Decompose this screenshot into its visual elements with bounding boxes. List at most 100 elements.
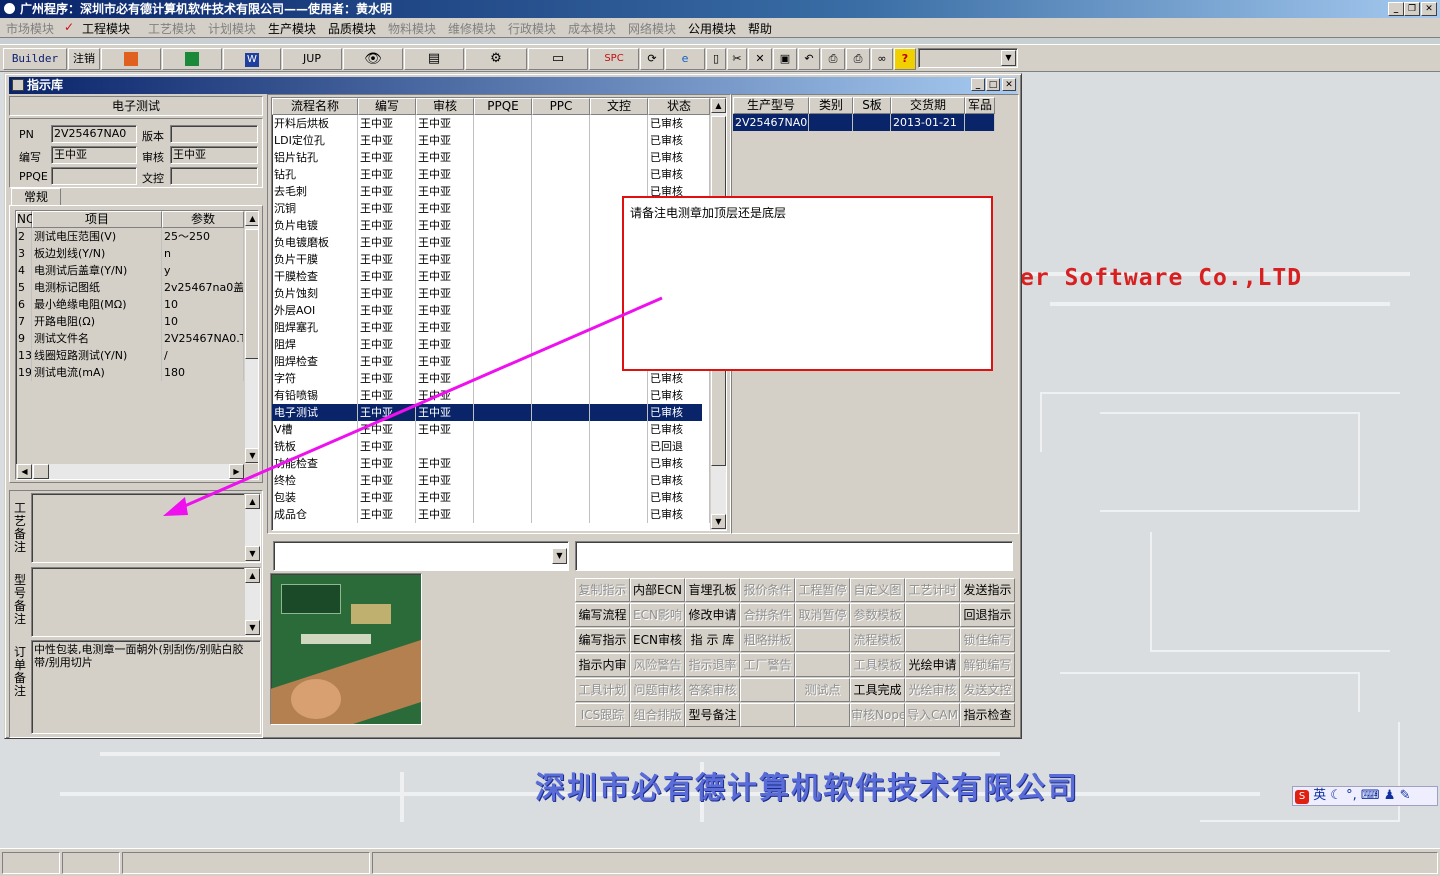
action-button-5-1[interactable]: 组合排版 bbox=[630, 703, 685, 727]
cut-icon[interactable]: ✂ bbox=[727, 48, 747, 70]
ime-language[interactable]: 英 bbox=[1313, 788, 1326, 803]
menu-item-9[interactable]: 成本模块 bbox=[568, 20, 616, 37]
action-button-0-4[interactable]: 工程暂停 bbox=[795, 578, 850, 602]
action-button-4-6[interactable]: 光绘审核 bbox=[905, 678, 960, 702]
action-button-4-0[interactable]: 工具计划 bbox=[575, 678, 630, 702]
order-note-field[interactable]: 中性包装,电测章一面朝外(别刮伤/别贴白胶带/别用切片 bbox=[31, 640, 261, 734]
restore-button[interactable]: ❐ bbox=[1404, 2, 1420, 16]
action-button-4-4[interactable]: 测试点 bbox=[795, 678, 850, 702]
computer-icon[interactable]: ▭ bbox=[528, 48, 588, 70]
window-maximize-button[interactable]: □ bbox=[986, 78, 1000, 91]
params-row[interactable]: 7 开路电阻(Ω) 10 bbox=[16, 313, 244, 330]
action-button-5-5[interactable]: 审核Nope bbox=[850, 703, 905, 727]
process-combo[interactable]: ▼ bbox=[273, 541, 569, 571]
action-button-0-1[interactable]: 内部ECN bbox=[630, 578, 685, 602]
params-hscroll[interactable]: ◀ ▶ bbox=[16, 464, 244, 479]
hscroll-thumb[interactable] bbox=[33, 464, 49, 479]
action-button-3-2[interactable]: 指示退率 bbox=[685, 653, 740, 677]
process-row[interactable]: 终检 王中亚 王中亚 已审核 bbox=[272, 472, 710, 489]
powerpoint-icon[interactable] bbox=[101, 48, 161, 70]
action-button-1-5[interactable]: 参数模板 bbox=[850, 603, 905, 627]
action-button-2-5[interactable]: 流程模板 bbox=[850, 628, 905, 652]
action-button-3-7[interactable]: 解锁编写 bbox=[960, 653, 1015, 677]
close-button[interactable]: ✕ bbox=[1421, 2, 1437, 16]
process-row[interactable]: 功能检查 王中亚 王中亚 已审核 bbox=[272, 455, 710, 472]
action-button-2-4[interactable] bbox=[795, 628, 850, 652]
doc-control-field[interactable] bbox=[170, 167, 258, 185]
moon-icon[interactable]: ☾ bbox=[1330, 788, 1342, 803]
action-button-5-0[interactable]: ICS跟踪 bbox=[575, 703, 630, 727]
word-icon[interactable]: W bbox=[223, 48, 281, 70]
scroll-right-icon[interactable]: ▶ bbox=[229, 464, 244, 479]
process-header-review[interactable]: 审核 bbox=[416, 98, 474, 115]
params-row[interactable]: 3 板边划线(Y/N) n bbox=[16, 245, 244, 262]
spc-button[interactable]: SPC bbox=[589, 48, 639, 70]
logout-button[interactable]: 注销 bbox=[68, 48, 100, 70]
ppqe-field[interactable] bbox=[51, 167, 137, 185]
scroll-up-icon[interactable]: ▲ bbox=[245, 494, 260, 509]
help-icon[interactable]: ? bbox=[894, 48, 916, 70]
user-icon[interactable]: ♟ bbox=[1384, 788, 1396, 803]
action-button-3-1[interactable]: 风险警告 bbox=[630, 653, 685, 677]
params-header-no[interactable]: NO bbox=[16, 211, 35, 228]
menu-item-6[interactable]: 物料模块 bbox=[388, 20, 436, 37]
action-button-3-0[interactable]: 指示内审 bbox=[575, 653, 630, 677]
scroll-down-icon[interactable]: ▼ bbox=[245, 448, 258, 463]
database-icon[interactable]: ▤ bbox=[404, 48, 464, 70]
action-button-2-3[interactable]: 粗略拼板 bbox=[740, 628, 795, 652]
menu-item-3[interactable]: 计划模块 bbox=[208, 20, 256, 37]
action-button-5-7[interactable]: 指示检查 bbox=[960, 703, 1015, 727]
action-button-3-3[interactable]: 工厂警告 bbox=[740, 653, 795, 677]
action-button-0-6[interactable]: 工艺计时 bbox=[905, 578, 960, 602]
menu-item-5[interactable]: 品质模块 bbox=[328, 20, 376, 37]
eye-icon[interactable]: 👁 bbox=[343, 48, 403, 70]
params-vscroll[interactable]: ▲ ▼ bbox=[244, 211, 258, 464]
version-field[interactable] bbox=[170, 125, 258, 143]
delete-icon[interactable]: ✕ bbox=[748, 48, 772, 70]
params-row[interactable]: 5电测标记图纸2v25467na0盖章 bbox=[16, 279, 244, 296]
action-button-5-2[interactable]: 型号备注 bbox=[685, 703, 740, 727]
action-button-3-4[interactable] bbox=[795, 653, 850, 677]
orders-header-mil[interactable]: 军品 bbox=[965, 97, 995, 114]
wrench-icon[interactable]: ✎ bbox=[1400, 788, 1411, 803]
punctuation-icon[interactable]: °, bbox=[1346, 788, 1357, 803]
params-row[interactable]: 2 测试电压范围(V) 25～250 bbox=[16, 228, 244, 245]
process-header-doc[interactable]: 文控 bbox=[590, 98, 648, 115]
scroll-up-icon[interactable]: ▲ bbox=[245, 568, 260, 583]
action-button-0-3[interactable]: 报价条件 bbox=[740, 578, 795, 602]
orders-header-s[interactable]: S板 bbox=[853, 97, 891, 114]
process-row[interactable]: 钻孔 王中亚 王中亚 已审核 bbox=[272, 166, 710, 183]
orders-header-type[interactable]: 类别 bbox=[809, 97, 853, 114]
action-button-1-3[interactable]: 合拼条件 bbox=[740, 603, 795, 627]
builder-button[interactable]: Builder bbox=[3, 48, 67, 70]
process-row[interactable]: 铣板 王中亚 已回退 bbox=[272, 438, 710, 455]
menu-item-8[interactable]: 行政模块 bbox=[508, 20, 556, 37]
gears-icon[interactable]: ⚙ bbox=[465, 48, 527, 70]
scroll-down-icon[interactable]: ▼ bbox=[711, 514, 726, 529]
action-button-0-2[interactable]: 盲埋孔板 bbox=[685, 578, 740, 602]
action-button-3-5[interactable]: 工具模板 bbox=[850, 653, 905, 677]
params-row[interactable]: 13 线圈短路测试(Y/N) / bbox=[16, 347, 244, 364]
action-button-1-0[interactable]: 编写流程 bbox=[575, 603, 630, 627]
params-row[interactable]: 6 最小绝缘电阻(MΩ) 10 bbox=[16, 296, 244, 313]
menu-item-2[interactable]: 工艺模块 bbox=[148, 20, 196, 37]
pn-field[interactable]: 2V25467NA0 bbox=[51, 125, 137, 143]
action-button-0-7[interactable]: 发送指示 bbox=[960, 578, 1015, 602]
action-button-5-4[interactable] bbox=[795, 703, 850, 727]
action-button-4-3[interactable] bbox=[740, 678, 795, 702]
action-button-5-6[interactable]: 导入CAM bbox=[905, 703, 960, 727]
action-button-4-5[interactable]: 工具完成 bbox=[850, 678, 905, 702]
author-field[interactable]: 王中亚 bbox=[51, 146, 137, 164]
save-icon[interactable]: ▣ bbox=[773, 48, 797, 70]
menu-item-1[interactable]: 工程模块 bbox=[82, 20, 130, 37]
params-row[interactable]: 9测试文件名2V25467NA0.TG bbox=[16, 330, 244, 347]
refresh-icon[interactable]: ⟳ bbox=[640, 48, 664, 70]
process-row[interactable]: 包装 王中亚 王中亚 已审核 bbox=[272, 489, 710, 506]
menu-item-7[interactable]: 维修模块 bbox=[448, 20, 496, 37]
scroll-up-icon[interactable]: ▲ bbox=[245, 211, 258, 226]
menu-item-10[interactable]: 网络模块 bbox=[628, 20, 676, 37]
jup-button[interactable]: JUP bbox=[282, 48, 342, 70]
new-file-icon[interactable]: ▯ bbox=[706, 48, 726, 70]
process-note-field[interactable]: ▲ ▼ bbox=[31, 493, 261, 563]
preview-icon[interactable]: ⎙ bbox=[821, 48, 845, 70]
